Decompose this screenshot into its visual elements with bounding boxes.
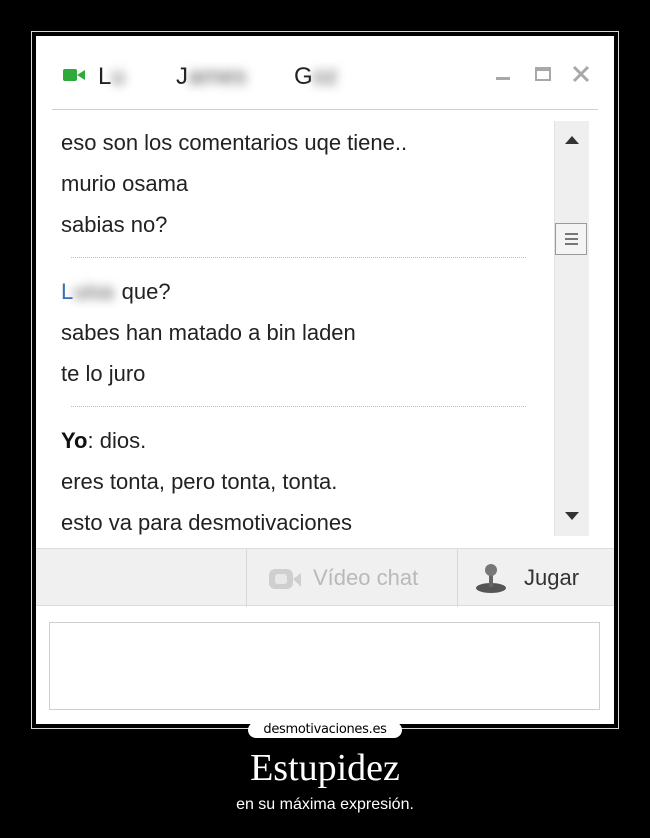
close-icon[interactable]	[571, 64, 591, 84]
video-chat-label: Vídeo chat	[313, 565, 419, 590]
sender-name[interactable]: Luisa	[61, 279, 114, 304]
jugar-button[interactable]: Jugar	[458, 549, 614, 607]
contact-name-first: Lu	[98, 63, 125, 90]
message-line: murio osama	[61, 171, 189, 196]
contact-name-middle: James	[176, 63, 247, 90]
jugar-label: Jugar	[524, 565, 580, 590]
message-line-with-sender: Yo: dios.	[61, 428, 146, 454]
message-line-with-sender: Luisa que?	[61, 279, 171, 305]
own-sender-name: Yo	[61, 428, 88, 453]
poster: { "window": { "title_parts": ["L", "J", …	[0, 0, 650, 838]
scrollbar[interactable]	[554, 121, 589, 536]
scroll-up-arrow-icon[interactable]	[564, 135, 580, 145]
message-group-divider	[71, 406, 526, 407]
message-text: dios.	[93, 428, 147, 453]
poster-title: Estupidez	[250, 747, 400, 789]
video-chat-button[interactable]: Vídeo chat	[247, 549, 457, 607]
message-line: sabias no?	[61, 212, 168, 237]
chat-window: Lu James Goz eso son los comentarios uqe…	[36, 36, 614, 724]
message-input[interactable]	[49, 622, 600, 710]
scrollbar-thumb[interactable]	[555, 223, 587, 255]
site-logo: desmotivaciones.es	[248, 722, 402, 738]
video-chat-icon	[269, 569, 301, 589]
maximize-icon[interactable]	[533, 64, 553, 84]
title-bar[interactable]: Lu James Goz	[36, 36, 614, 110]
joystick-icon	[476, 564, 506, 593]
poster-subtitle: en su máxima expresión.	[236, 796, 414, 813]
message-line: eso son los comentarios uqe tiene..	[61, 130, 408, 155]
message-list: eso son los comentarios uqe tiene.. muri…	[36, 110, 556, 548]
minimize-icon[interactable]	[493, 64, 513, 84]
message-line: sabes han matado a bin laden	[61, 320, 356, 345]
message-line: te lo juro	[61, 361, 146, 386]
grip-line	[565, 243, 578, 245]
chat-toolbar: Vídeo chat Jugar	[36, 548, 614, 607]
message-line: eres tonta, pero tonta, tonta.	[61, 469, 338, 494]
video-camera-icon	[63, 69, 85, 81]
contact-name-last: Goz	[294, 63, 339, 90]
scroll-down-arrow-icon[interactable]	[564, 511, 580, 521]
message-text: que?	[121, 279, 171, 304]
grip-line	[565, 238, 578, 240]
message-line: esto va para desmotivaciones	[61, 510, 353, 535]
message-group-divider	[71, 257, 526, 258]
grip-line	[565, 233, 578, 235]
